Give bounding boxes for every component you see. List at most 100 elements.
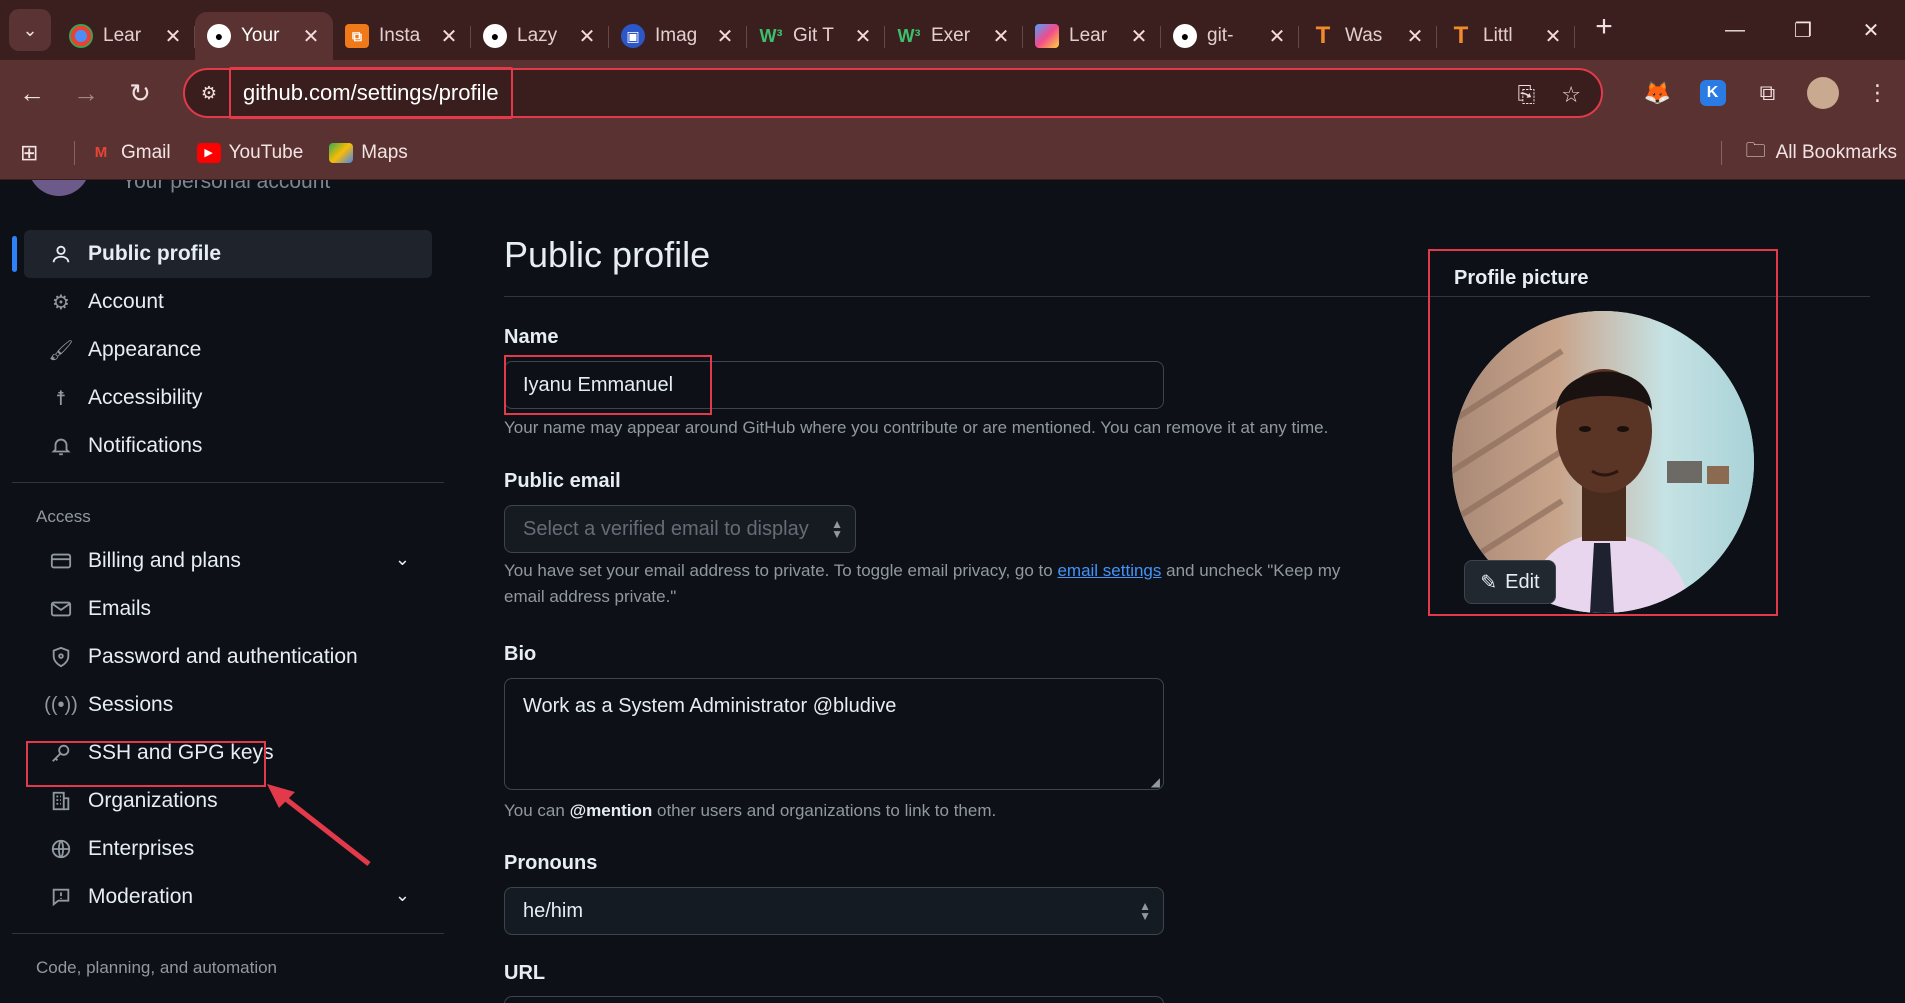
- sidebar-item-enterprises[interactable]: Enterprises: [24, 825, 432, 873]
- profile-avatar[interactable]: [1795, 77, 1850, 109]
- close-icon[interactable]: ✕: [301, 24, 321, 49]
- browser-toolbar: ← → ↻ ⚙ github.com/settings/profile ⎘ ☆ …: [0, 60, 1905, 126]
- name-label: Name: [504, 326, 559, 348]
- sidebar-item-ssh-gpg-keys[interactable]: SSH and GPG keys: [24, 729, 432, 777]
- close-icon[interactable]: ✕: [1129, 24, 1149, 49]
- email-help-part: email address private.": [504, 587, 677, 606]
- tab[interactable]: ▣ Imag ✕: [609, 12, 747, 60]
- site-info-icon[interactable]: ⚙: [195, 83, 223, 104]
- public-email-select[interactable]: Select a verified email to display ▲ ▼: [504, 505, 856, 553]
- new-tab-button[interactable]: +: [1583, 6, 1625, 48]
- tabs: Lear ✕ ● Your ✕ ⧉ Insta ✕ ● Lazy ✕ ▣ Ima…: [57, 0, 1575, 60]
- close-icon[interactable]: ✕: [1267, 24, 1287, 49]
- sidebar-item-appearance[interactable]: 🖌 Appearance: [24, 326, 432, 374]
- chevron-down-icon[interactable]: ⌄: [395, 549, 410, 570]
- apps-grid-icon[interactable]: ⊞: [20, 140, 60, 166]
- sidebar-item-label: Password and authentication: [88, 645, 358, 668]
- close-window-icon[interactable]: ✕: [1837, 0, 1905, 60]
- bookmark-label: Gmail: [121, 141, 171, 163]
- back-button[interactable]: ←: [10, 71, 54, 115]
- bio-value: Work as a System Administrator @bludive: [523, 695, 897, 717]
- window-controls: — ❐ ✕: [1701, 0, 1905, 60]
- close-icon[interactable]: ✕: [577, 24, 597, 49]
- sidebar-item-emails[interactable]: Emails: [24, 585, 432, 633]
- tab-title: Lear: [1069, 25, 1108, 46]
- tab-title: Was: [1345, 25, 1383, 46]
- tab-active[interactable]: ● Your ✕: [195, 12, 333, 60]
- reload-button[interactable]: ↻: [118, 71, 162, 115]
- sidebar-item-label: Billing and plans: [88, 549, 241, 572]
- close-icon[interactable]: ✕: [163, 24, 183, 49]
- mention-keyword: @mention: [569, 801, 653, 820]
- close-icon[interactable]: ✕: [715, 24, 735, 49]
- close-icon[interactable]: ✕: [439, 24, 459, 49]
- sidebar-item-public-profile[interactable]: Public profile: [12, 230, 432, 278]
- tab[interactable]: T Was ✕: [1299, 12, 1437, 60]
- sidebar-item-label: Organizations: [88, 789, 218, 812]
- tab[interactable]: ● git- ✕: [1161, 12, 1299, 60]
- metamask-fox-icon[interactable]: 🦊: [1630, 80, 1685, 106]
- tab[interactable]: ● Lazy ✕: [471, 12, 609, 60]
- all-bookmarks[interactable]: 🗀 All Bookmarks: [1720, 126, 1897, 180]
- puzzle-extensions-icon[interactable]: ⧉: [1740, 80, 1795, 106]
- address-bar[interactable]: ⚙ github.com/settings/profile ⎘ ☆: [183, 67, 1603, 119]
- restore-icon[interactable]: ❐: [1769, 0, 1837, 60]
- bio-help-text: You can @mention other users and organiz…: [504, 798, 1404, 824]
- w3schools-icon: W³: [759, 25, 783, 46]
- select-arrows-icon: ▲ ▼: [1139, 899, 1151, 923]
- url-text[interactable]: github.com/settings/profile: [229, 67, 513, 119]
- w3schools-icon: W³: [897, 25, 921, 46]
- profile-picture-label: Profile picture: [1454, 267, 1589, 289]
- edit-profile-picture-button[interactable]: ✎ Edit: [1464, 560, 1556, 604]
- close-icon[interactable]: ✕: [853, 24, 873, 49]
- sidebar-item-account[interactable]: ⚙ Account: [24, 278, 432, 326]
- tab[interactable]: Lear ✕: [1023, 12, 1161, 60]
- github-icon: ●: [207, 24, 231, 48]
- sidebar-item-accessibility[interactable]: ☨ Accessibility: [24, 374, 432, 422]
- chevron-down-icon[interactable]: ⌄: [395, 885, 410, 906]
- sidebar-item-sessions[interactable]: ((•)) Sessions: [24, 681, 432, 729]
- tab[interactable]: Lear ✕: [57, 12, 195, 60]
- install-app-icon[interactable]: ⎘: [1518, 82, 1536, 108]
- k-extension-icon[interactable]: K: [1685, 80, 1740, 106]
- close-icon[interactable]: ✕: [991, 24, 1011, 49]
- name-field[interactable]: Iyanu Emmanuel: [504, 361, 1164, 409]
- tab-title: Imag: [655, 25, 698, 46]
- sidebar-item-moderation[interactable]: Moderation ⌄: [24, 873, 432, 921]
- email-settings-link[interactable]: email settings: [1057, 561, 1161, 580]
- kebab-menu-icon[interactable]: ⋮: [1850, 80, 1905, 106]
- bookmark-youtube[interactable]: ▶ YouTube: [196, 142, 303, 164]
- sidebar-item-label: Moderation: [88, 885, 194, 908]
- pronouns-select[interactable]: he/him ▲ ▼: [504, 887, 1164, 935]
- tab-search-button[interactable]: ⌄: [9, 9, 51, 51]
- t-logo-icon: T: [1453, 22, 1469, 49]
- close-icon[interactable]: ✕: [1543, 24, 1563, 49]
- tab[interactable]: W³ Exer ✕: [885, 12, 1023, 60]
- sidebar-item-billing[interactable]: Billing and plans ⌄: [24, 537, 432, 585]
- mail-icon: [48, 596, 74, 622]
- close-icon[interactable]: ✕: [1405, 24, 1425, 49]
- name-help-text: Your name may appear around GitHub where…: [504, 418, 1329, 437]
- sidebar-item-password[interactable]: Password and authentication: [24, 633, 432, 681]
- page-scrollbar[interactable]: [1895, 180, 1905, 1003]
- bookmark-maps[interactable]: Maps: [329, 141, 408, 164]
- bio-textarea[interactable]: Work as a System Administrator @bludive …: [504, 678, 1164, 790]
- sidebar-item-notifications[interactable]: Notifications: [24, 422, 432, 470]
- divider: [12, 933, 444, 934]
- tab[interactable]: ⧉ Insta ✕: [333, 12, 471, 60]
- url-label: URL: [504, 962, 546, 984]
- tab[interactable]: W³ Git T ✕: [747, 12, 885, 60]
- sidebar-item-label: Public profile: [88, 242, 222, 265]
- resize-handle-icon[interactable]: ◢: [1151, 775, 1160, 789]
- minimize-icon[interactable]: —: [1701, 0, 1769, 60]
- bookmark-label: Maps: [361, 141, 408, 163]
- url-field[interactable]: [504, 996, 1164, 1003]
- settings-sidebar: Public profile ⚙ Account 🖌 Appearance ☨ …: [12, 230, 444, 988]
- bookmark-star-icon[interactable]: ☆: [1561, 82, 1581, 108]
- forward-button[interactable]: →: [64, 71, 108, 115]
- tab[interactable]: T Littl ✕: [1437, 12, 1575, 60]
- bookmark-gmail[interactable]: M Gmail: [89, 142, 171, 164]
- sidebar-item-organizations[interactable]: Organizations: [24, 777, 432, 825]
- public-email-label: Public email: [504, 470, 621, 492]
- github-icon: ●: [483, 24, 507, 48]
